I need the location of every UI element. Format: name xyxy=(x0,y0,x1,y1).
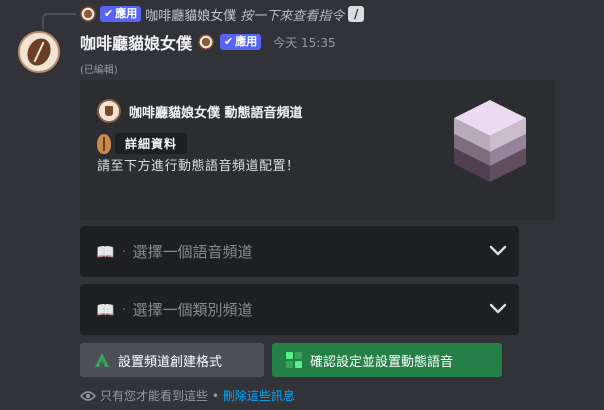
ephemeral-footer: 只有您才能看到這些 • 刪除這些訊息 xyxy=(80,387,295,404)
select-separator: · xyxy=(122,243,127,260)
coffee-cup-icon xyxy=(97,99,121,123)
slash-command-icon[interactable]: / xyxy=(348,6,365,22)
avatar[interactable] xyxy=(18,31,60,73)
embed-author-name: 咖啡廳貓娘女僕 動態語音頻道 xyxy=(129,105,303,121)
embed-field: 詳細資料 xyxy=(97,133,188,154)
coffee-bean-icon xyxy=(23,34,55,70)
category-channel-select[interactable]: 📖 · 選擇一個類別頻道 xyxy=(80,284,519,335)
embed: 咖啡廳貓娘女僕 動態語音頻道 詳細資料 請至下方進行動態語音頻道配置！ xyxy=(80,80,555,220)
message-header: 咖啡廳貓娘女僕 ✔ 應用 今天 15:35 xyxy=(80,30,336,54)
reply-command-text[interactable]: 按一下來查看指令 xyxy=(240,5,344,24)
embed-author: 咖啡廳貓娘女僕 動態語音頻道 xyxy=(97,99,303,123)
chevron-down-icon xyxy=(489,303,507,314)
set-channel-format-button[interactable]: 設置頻道創建格式 xyxy=(80,343,264,377)
ephemeral-notice: 只有您才能看到這些 • xyxy=(100,389,219,403)
embed-description: 請至下方進行動態語音頻道配置！ xyxy=(97,159,300,174)
message-timestamp: 今天 15:35 xyxy=(273,35,336,50)
confirm-settings-button[interactable]: 確認設定並設置動態語音 xyxy=(272,343,502,377)
reply-reference[interactable]: ✔ 應用 咖啡廳貓娘女僕 按一下來查看指令 / xyxy=(80,4,365,24)
eye-icon xyxy=(80,390,96,401)
set-channel-format-label: 設置頻道創建格式 xyxy=(118,354,223,370)
open-book-icon: 📖 xyxy=(96,242,115,261)
cube-thumbnail-icon xyxy=(454,100,526,182)
edited-label: (已編輯) xyxy=(80,65,118,76)
confirm-settings-label: 確認設定並設置動態語音 xyxy=(310,354,454,370)
coffee-bean-icon xyxy=(97,133,111,154)
voice-channel-placeholder: 選擇一個語音頻道 xyxy=(132,243,253,261)
a-letter-icon xyxy=(95,353,109,367)
check-icon: ✔ xyxy=(224,35,234,48)
reply-spine xyxy=(42,13,76,29)
user-badge-icon xyxy=(198,34,215,50)
reply-avatar xyxy=(80,6,96,22)
message-username[interactable]: 咖啡廳貓娘女僕 xyxy=(80,30,192,54)
green-grid-icon xyxy=(286,352,302,368)
check-icon: ✔ xyxy=(104,7,114,20)
category-channel-placeholder: 選擇一個類別頻道 xyxy=(132,301,253,319)
message-app-badge-label: 應用 xyxy=(235,35,258,48)
chevron-down-icon xyxy=(489,245,507,256)
reply-app-badge-label: 應用 xyxy=(115,7,138,20)
voice-channel-select[interactable]: 📖 · 選擇一個語音頻道 xyxy=(80,226,519,277)
message-app-badge: ✔ 應用 xyxy=(220,34,262,50)
dismiss-messages-link[interactable]: 刪除這些訊息 xyxy=(223,387,295,404)
embed-field-name: 詳細資料 xyxy=(115,133,188,154)
reply-username[interactable]: 咖啡廳貓娘女僕 xyxy=(145,5,236,24)
open-book-icon: 📖 xyxy=(96,300,115,319)
reply-app-badge: ✔ 應用 xyxy=(100,6,142,22)
select-separator: · xyxy=(122,301,127,318)
